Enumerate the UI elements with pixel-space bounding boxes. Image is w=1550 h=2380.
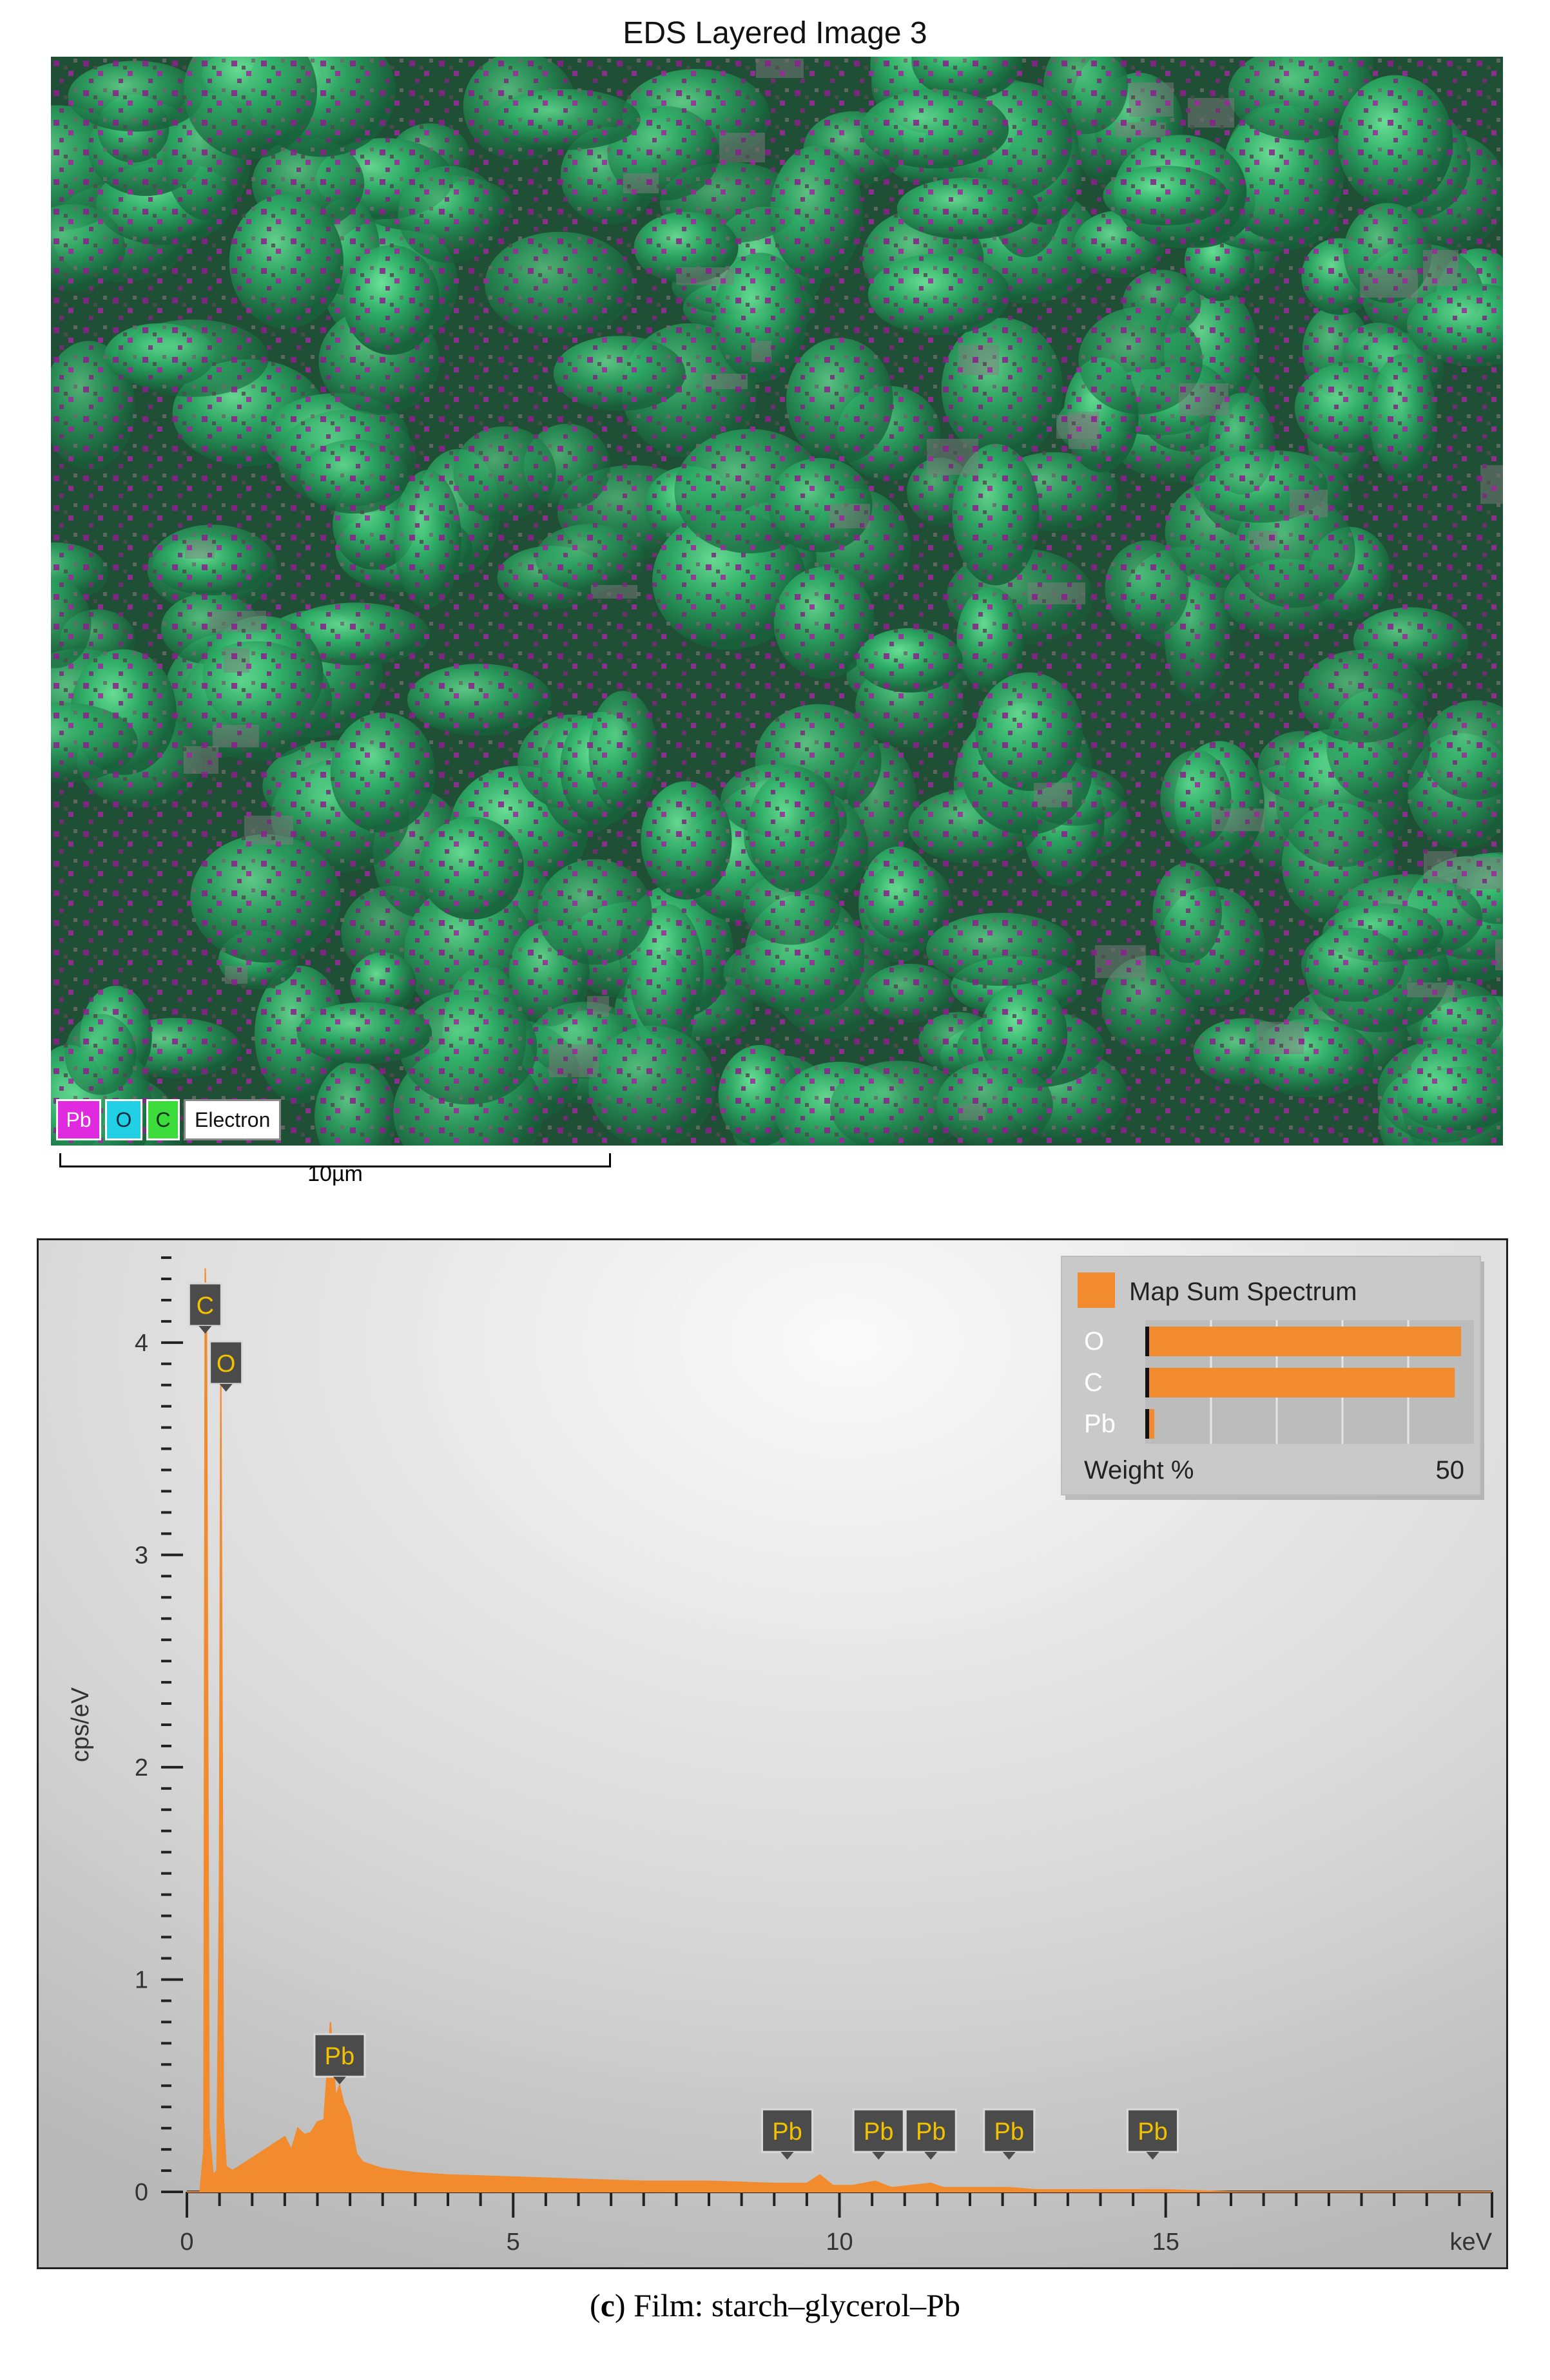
inset-weight-bar <box>1145 1327 1461 1356</box>
inset-bar-label: Pb <box>1084 1410 1116 1438</box>
legend-chip-o: O <box>105 1099 142 1140</box>
inset-legend-swatch <box>1078 1272 1115 1308</box>
x-tick-label: 10 <box>826 2229 853 2256</box>
peak-label-pb: Pb <box>1127 2108 1179 2160</box>
inset-weight-bar <box>1145 1368 1455 1397</box>
legend-chip-electron: Electron <box>184 1099 282 1140</box>
spectrum-svg: 012340 5 10 15 keVcps/eVCOPbPb Pb Pb Pb PbMap Su… <box>37 1238 1508 2269</box>
peak-label-pb: Pb <box>904 2108 957 2160</box>
x-tick-label: 15 <box>1152 2229 1179 2256</box>
legend-chip-c: C <box>146 1099 180 1140</box>
inset-axis-max: 50 <box>1436 1456 1465 1484</box>
y-tick-label: 3 <box>135 1542 148 1569</box>
weight-percent-inset: Map Sum Spectrum OC Pb Weight % 50 <box>1061 1256 1484 1500</box>
peak-label-text: Pb <box>916 2118 945 2145</box>
y-tick-label: 4 <box>135 1330 148 1357</box>
peak-label-text: Pb <box>325 2043 354 2070</box>
peak-label-text: O <box>217 1350 236 1377</box>
peak-label-text: C <box>197 1292 214 1320</box>
caption-text: Film: starch–glycerol–Pb <box>625 2287 960 2323</box>
peak-label-text: Pb <box>772 2118 802 2145</box>
peak-label-text: Pb <box>994 2118 1024 2145</box>
peak-label-pb: Pb <box>983 2108 1036 2160</box>
inset-legend-title: Map Sum Spectrum <box>1129 1278 1357 1306</box>
inset-bar-label: O <box>1084 1327 1104 1356</box>
legend-chip-pb: Pb <box>56 1099 101 1140</box>
y-tick-label: 0 <box>135 2179 148 2206</box>
map-title: EDS Layered Image 3 <box>623 16 927 50</box>
peak-label-c: C <box>188 1282 222 1334</box>
element-legend: Pb O C Electron <box>56 1099 282 1140</box>
scale-bar-label: 10µm <box>307 1162 363 1186</box>
x-tick-label: 5 <box>507 2229 520 2256</box>
y-tick-label: 1 <box>135 1966 148 1993</box>
caption-letter: c <box>600 2287 615 2323</box>
peak-label-pb: Pb <box>852 2108 905 2160</box>
peak-label-pb: Pb <box>313 2033 366 2085</box>
eds-map-graphic <box>51 57 1503 1146</box>
eds-spectrum-chart: 0 1 2 3 4 0 5 10 15 keV cps/eV C O Pb Pb Pb Pb Pb Pb Map Su… <box>37 1238 1508 2269</box>
eds-layered-map-image: Pb O C Electron <box>51 57 1503 1146</box>
y-tick-label: 2 <box>135 1754 148 1781</box>
inset-bar-label: C <box>1084 1368 1103 1397</box>
peak-label-text: Pb <box>864 2118 893 2145</box>
peak-label-pb: Pb <box>761 2108 813 2160</box>
x-axis-label: keV <box>1450 2229 1493 2256</box>
x-tick-label: 0 <box>180 2229 193 2256</box>
peak-label-text: Pb <box>1138 2118 1167 2145</box>
inset-axis-label: Weight % <box>1084 1456 1194 1484</box>
y-axis-label: cps/eV <box>67 1687 94 1762</box>
peak-label-o: O <box>209 1340 244 1392</box>
figure-caption: (c) Film: starch–glycerol–Pb <box>590 2287 960 2323</box>
